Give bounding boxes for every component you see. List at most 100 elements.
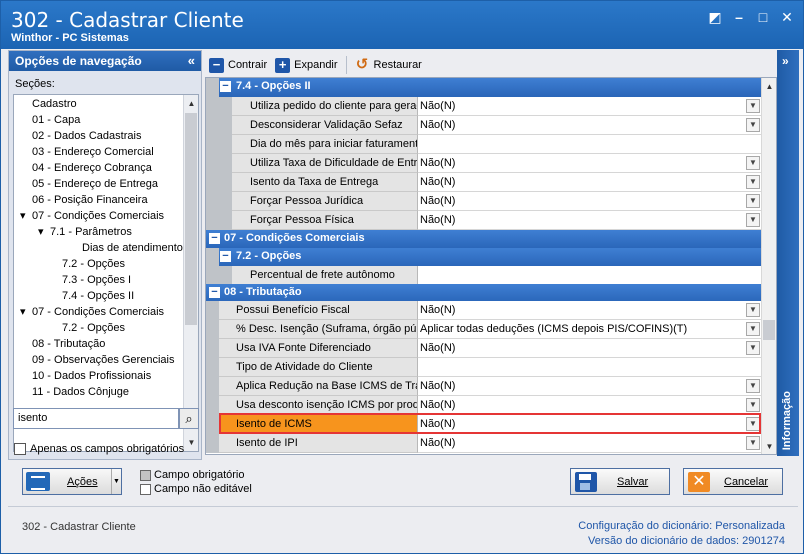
section-header-7-2[interactable]: − 7.2 - Opções — [206, 248, 762, 267]
tree-scrollbar[interactable]: ▲ ▼ — [183, 95, 198, 451]
chevron-down-icon[interactable]: ▾ — [38, 224, 50, 240]
actions-button[interactable]: Ações ▼ — [22, 468, 122, 495]
collapse-button[interactable]: − Contrair — [209, 57, 267, 73]
tree-item-dados-profissionais[interactable]: 10 - Dados Profissionais — [32, 368, 151, 384]
scroll-down-icon[interactable]: ▼ — [762, 439, 776, 454]
property-value[interactable]: Não(N) ▼ — [418, 377, 762, 396]
table-row[interactable]: % Desc. Isenção (Suframa, órgão público)… — [206, 320, 762, 339]
section-header-07[interactable]: − 07 - Condições Comerciais — [206, 230, 762, 249]
checkbox-box[interactable] — [14, 443, 26, 455]
table-row[interactable]: Dia do mês para iniciar faturamento — [206, 135, 762, 154]
chevron-down-icon[interactable]: ▾ — [20, 304, 32, 320]
table-row[interactable]: Isento de IPI Não(N) ▼ — [206, 434, 762, 453]
property-value[interactable]: Não(N) ▼ — [418, 192, 762, 211]
tree-item-dados-cadastrais[interactable]: 02 - Dados Cadastrais — [32, 128, 141, 144]
table-row[interactable]: Percentual de frete autônomo — [206, 266, 762, 285]
table-row[interactable]: Forçar Pessoa Física Não(N) ▼ — [206, 211, 762, 230]
property-value[interactable] — [418, 135, 762, 154]
table-row-selected[interactable]: Isento de ICMS Não(N) ▼ — [206, 415, 762, 434]
collapse-section-icon[interactable]: − — [220, 251, 231, 262]
property-value[interactable] — [418, 266, 762, 285]
tree-item-capa[interactable]: 01 - Capa — [32, 112, 80, 128]
table-row[interactable]: Utiliza Taxa de Dificuldade de Entrega Nã… — [206, 154, 762, 173]
tree-item-opcoes-72[interactable]: 7.2 - Opções — [62, 256, 125, 272]
tree-item-tributacao[interactable]: 08 - Tributação — [32, 336, 105, 352]
tree-item-posicao-financeira[interactable]: 06 - Posição Financeira — [32, 192, 148, 208]
chevron-down-icon[interactable]: ▼ — [746, 436, 760, 450]
table-row[interactable]: Usa desconto isenção ICMS por produto Não… — [206, 396, 762, 415]
property-value[interactable]: Não(N) ▼ — [418, 154, 762, 173]
collapse-nav-icon[interactable]: « — [188, 53, 195, 68]
collapse-section-icon[interactable]: − — [220, 81, 231, 92]
chevron-down-icon[interactable]: ▼ — [746, 303, 760, 317]
tree-item-opcoes-74[interactable]: 7.4 - Opções II — [62, 288, 134, 304]
tree-item-observacoes[interactable]: 09 - Observações Gerenciais — [32, 352, 174, 368]
table-row[interactable]: Utiliza pedido do cliente para geração Nã… — [206, 97, 762, 116]
property-value[interactable]: Não(N) ▼ — [418, 173, 762, 192]
close-icon[interactable]: ✕ — [779, 9, 795, 25]
tree-item-dias-atendimento[interactable]: Dias de atendimento — [82, 240, 183, 256]
table-row[interactable]: Isento da Taxa de Entrega Não(N) ▼ — [206, 173, 762, 192]
scroll-up-icon[interactable]: ▲ — [762, 79, 776, 94]
expand-info-icon[interactable]: » — [782, 54, 789, 68]
property-value[interactable]: Não(N) ▼ — [418, 415, 762, 434]
property-value[interactable]: Não(N) ▼ — [418, 339, 762, 358]
restore-window-icon[interactable]: ◩ — [707, 9, 723, 25]
collapse-section-icon[interactable]: − — [209, 287, 220, 298]
chevron-down-icon[interactable]: ▼ — [746, 379, 760, 393]
expand-button[interactable]: + Expandir — [275, 57, 338, 73]
tree-item-condicoes-comerciais-2[interactable]: ▾ 07 - Condições Comerciais — [20, 304, 164, 320]
tree-item-parametros[interactable]: ▾ 7.1 - Parâmetros — [38, 224, 132, 240]
search-button[interactable]: ⌕ — [179, 408, 199, 429]
grid-scrollbar[interactable]: ▲ ▼ — [761, 78, 776, 454]
chevron-down-icon[interactable]: ▼ — [111, 469, 121, 494]
tree-item-condicoes-comerciais[interactable]: ▾ 07 - Condições Comerciais — [20, 208, 164, 224]
tree-item-opcoes-73[interactable]: 7.3 - Opções I — [62, 272, 131, 288]
info-panel[interactable]: » Informação — [777, 50, 799, 456]
table-row[interactable]: Forçar Pessoa Jurídica Não(N) ▼ — [206, 192, 762, 211]
tree-item-dados-conjuge[interactable]: 11 - Dados Cônjuge — [32, 384, 129, 400]
table-row[interactable]: Tipo de Atividade do Cliente — [206, 358, 762, 377]
chevron-down-icon[interactable]: ▼ — [746, 194, 760, 208]
property-value[interactable]: Não(N) ▼ — [418, 434, 762, 453]
property-value[interactable]: Não(N) ▼ — [418, 301, 762, 320]
only-required-checkbox[interactable]: Apenas os campos obrigatórios — [14, 443, 184, 455]
scroll-down-icon[interactable]: ▼ — [184, 435, 198, 450]
scroll-thumb[interactable] — [763, 320, 775, 340]
minimize-icon[interactable]: – — [731, 9, 747, 25]
save-button[interactable]: Salvar — [570, 468, 670, 495]
chevron-down-icon[interactable]: ▼ — [746, 175, 760, 189]
chevron-down-icon[interactable]: ▼ — [746, 213, 760, 227]
tree-item-endereco-entrega[interactable]: 05 - Endereço de Entrega — [32, 176, 158, 192]
chevron-down-icon[interactable]: ▾ — [20, 208, 32, 224]
chevron-down-icon[interactable]: ▼ — [746, 99, 760, 113]
chevron-down-icon[interactable]: ▼ — [746, 156, 760, 170]
collapse-section-icon[interactable]: − — [209, 233, 220, 244]
tree-item-opcoes-72-b[interactable]: 7.2 - Opções — [62, 320, 125, 336]
table-row[interactable]: Usa IVA Fonte Diferenciado Não(N) ▼ — [206, 339, 762, 358]
restore-button[interactable]: ↺ Restaurar — [355, 57, 422, 73]
chevron-down-icon[interactable]: ▼ — [746, 322, 760, 336]
chevron-down-icon[interactable]: ▼ — [746, 417, 760, 431]
property-value[interactable]: Não(N) ▼ — [418, 211, 762, 230]
chevron-down-icon[interactable]: ▼ — [746, 398, 760, 412]
property-value[interactable]: Aplicar todas deduções (ICMS depois PIS/… — [418, 320, 762, 339]
section-header-7-4[interactable]: − 7.4 - Opções II — [206, 78, 762, 97]
table-row[interactable]: Aplica Redução na Base ICMS de Transferê… — [206, 377, 762, 396]
table-row[interactable]: Desconsiderar Validação Sefaz Não(N) ▼ — [206, 116, 762, 135]
property-value[interactable]: Não(N) ▼ — [418, 116, 762, 135]
tree-item-cadastro[interactable]: Cadastro — [32, 96, 77, 112]
search-input[interactable]: isento — [13, 408, 179, 429]
scroll-up-icon[interactable]: ▲ — [184, 96, 198, 111]
maximize-icon[interactable]: □ — [755, 9, 771, 25]
property-value[interactable]: Não(N) ▼ — [418, 97, 762, 116]
scroll-thumb[interactable] — [185, 113, 197, 325]
cancel-button[interactable]: ✕ Cancelar — [683, 468, 783, 495]
table-row[interactable]: Possui Benefício Fiscal Não(N) ▼ — [206, 301, 762, 320]
property-value[interactable]: Não(N) ▼ — [418, 396, 762, 415]
chevron-down-icon[interactable]: ▼ — [746, 341, 760, 355]
property-value[interactable] — [418, 358, 762, 377]
chevron-down-icon[interactable]: ▼ — [746, 118, 760, 132]
tree-item-endereco-cobranca[interactable]: 04 - Endereço Cobrança — [32, 160, 152, 176]
tree-item-endereco-comercial[interactable]: 03 - Endereço Comercial — [32, 144, 154, 160]
